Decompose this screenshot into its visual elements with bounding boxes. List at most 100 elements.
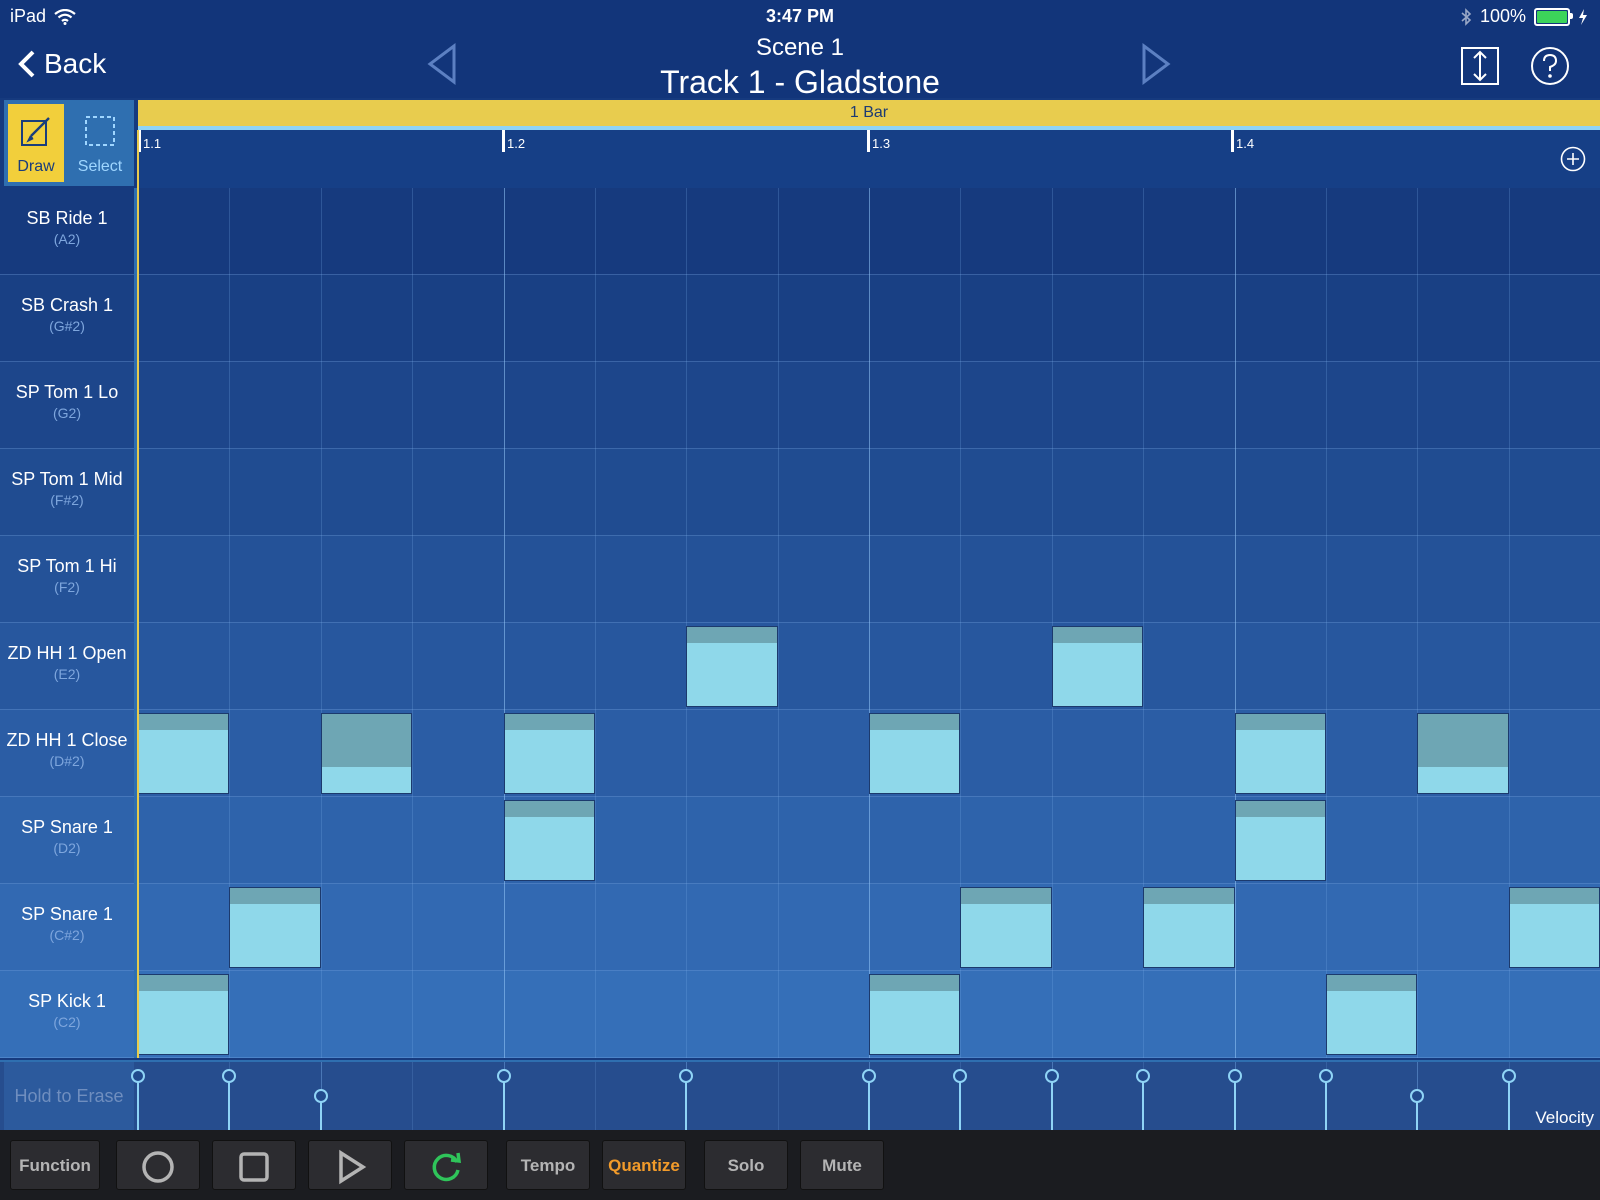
zoom-vertical-button[interactable] bbox=[1460, 46, 1500, 86]
velocity-handle[interactable] bbox=[1501, 1068, 1516, 1083]
quantize-button[interactable]: Quantize bbox=[602, 1140, 686, 1190]
velocity-handle[interactable] bbox=[679, 1068, 694, 1083]
transport-bar: Function Tempo Quantize Solo Mute bbox=[0, 1130, 1600, 1200]
drum-note[interactable] bbox=[869, 713, 961, 794]
drum-note[interactable] bbox=[503, 800, 595, 881]
lane-instrument-name: SP Snare 1 bbox=[21, 904, 113, 924]
help-button[interactable] bbox=[1530, 46, 1570, 86]
drum-note[interactable] bbox=[1417, 713, 1509, 794]
note-velocity-bar bbox=[1326, 975, 1417, 992]
lane-label[interactable]: ZD HH 1 Close (D#2) bbox=[0, 710, 134, 796]
drum-note[interactable] bbox=[1234, 713, 1326, 794]
drum-lane[interactable]: SB Crash 1 (G#2) bbox=[0, 275, 1600, 362]
note-velocity-bar bbox=[321, 714, 412, 767]
drum-note[interactable] bbox=[229, 887, 321, 968]
stop-button[interactable] bbox=[212, 1140, 296, 1190]
drum-lane[interactable]: SP Tom 1 Hi (F2) bbox=[0, 536, 1600, 623]
drum-lane[interactable]: SP Tom 1 Mid (F#2) bbox=[0, 449, 1600, 536]
loop-button[interactable] bbox=[404, 1140, 488, 1190]
record-button[interactable] bbox=[116, 1140, 200, 1190]
velocity-label: Velocity bbox=[1535, 1108, 1594, 1127]
lane-instrument-name: SP Snare 1 bbox=[21, 817, 113, 837]
battery-icon bbox=[1534, 7, 1573, 26]
drum-note[interactable] bbox=[1508, 887, 1600, 968]
drum-note[interactable] bbox=[1143, 887, 1235, 968]
hold-to-erase-button[interactable]: Hold to Erase bbox=[4, 1062, 134, 1130]
velocity-handle[interactable] bbox=[1044, 1068, 1059, 1083]
drum-note[interactable] bbox=[320, 713, 413, 794]
step-gridline bbox=[1234, 188, 1236, 1058]
lane-label[interactable]: SP Snare 1 (C#2) bbox=[0, 884, 134, 970]
velocity-handle[interactable] bbox=[496, 1068, 511, 1083]
drum-lane[interactable]: ZD HH 1 Open (E2) bbox=[0, 623, 1600, 710]
velocity-stem bbox=[1507, 1075, 1510, 1130]
drum-lane[interactable]: SP Snare 1 (D2) bbox=[0, 797, 1600, 884]
lane-label[interactable]: SB Ride 1 (A2) bbox=[0, 188, 134, 274]
velocity-stem bbox=[228, 1075, 231, 1130]
select-tool-button[interactable]: Select bbox=[72, 104, 128, 182]
drum-note[interactable] bbox=[138, 974, 230, 1055]
velocity-handle[interactable] bbox=[1136, 1068, 1151, 1083]
scene-title: Scene 1 bbox=[755, 34, 845, 61]
note-velocity-bar bbox=[687, 627, 777, 644]
velocity-handle[interactable] bbox=[313, 1089, 328, 1103]
lane-label[interactable]: SP Tom 1 Hi (F2) bbox=[0, 536, 134, 622]
velocity-handle[interactable] bbox=[1410, 1089, 1425, 1103]
step-gridline bbox=[777, 188, 779, 1058]
drum-note[interactable] bbox=[1234, 800, 1326, 881]
velocity-grid[interactable] bbox=[131, 1062, 1600, 1130]
bar-length-strip[interactable]: 1 Bar bbox=[138, 100, 1600, 130]
beat-label: 1.2 bbox=[507, 136, 526, 151]
velocity-handle[interactable] bbox=[131, 1068, 145, 1083]
step-gridline bbox=[869, 188, 870, 1058]
drum-lane[interactable]: SP Tom 1 Lo (G2) bbox=[0, 362, 1600, 449]
mute-button[interactable]: Mute bbox=[800, 1140, 884, 1190]
note-velocity-bar bbox=[870, 714, 960, 731]
drum-note[interactable] bbox=[1051, 626, 1144, 707]
drum-note[interactable] bbox=[686, 626, 778, 707]
velocity-gridline bbox=[594, 1062, 596, 1130]
velocity-stem bbox=[1233, 1075, 1236, 1130]
lane-label[interactable]: SP Tom 1 Lo (G2) bbox=[0, 362, 134, 448]
drum-note[interactable] bbox=[1325, 974, 1418, 1055]
lane-label[interactable]: SP Tom 1 Mid (F#2) bbox=[0, 449, 134, 535]
playhead bbox=[137, 130, 139, 1058]
drum-note[interactable] bbox=[960, 887, 1052, 968]
lane-label[interactable]: SP Kick 1 (C2) bbox=[0, 971, 134, 1057]
lane-note-name: (E2) bbox=[53, 666, 81, 682]
drum-lane[interactable]: SB Ride 1 (A2) bbox=[0, 188, 1600, 275]
lane-label[interactable]: SB Crash 1 (G#2) bbox=[0, 275, 134, 361]
function-button[interactable]: Function bbox=[10, 1140, 100, 1190]
velocity-handle[interactable] bbox=[222, 1068, 237, 1083]
velocity-gridline bbox=[777, 1062, 779, 1130]
record-circle-icon bbox=[142, 1150, 174, 1183]
drum-note[interactable] bbox=[503, 713, 595, 794]
lane-note-name: (F#2) bbox=[50, 492, 84, 508]
beat-tick bbox=[1231, 130, 1234, 152]
lane-label[interactable]: ZD HH 1 Open (E2) bbox=[0, 623, 134, 709]
velocity-stem bbox=[868, 1075, 870, 1130]
next-track-button[interactable] bbox=[1132, 42, 1176, 86]
tempo-button[interactable]: Tempo bbox=[506, 1140, 590, 1190]
velocity-handle[interactable] bbox=[1227, 1068, 1242, 1083]
stop-square-icon bbox=[239, 1151, 269, 1182]
drum-note[interactable] bbox=[138, 713, 230, 794]
velocity-stem bbox=[685, 1075, 688, 1130]
lane-note-name: (D2) bbox=[53, 840, 81, 856]
drum-lane[interactable]: ZD HH 1 Close (D#2) bbox=[0, 710, 1600, 797]
note-velocity-bar bbox=[139, 714, 229, 731]
lane-note-name: (C2) bbox=[53, 1014, 81, 1030]
timeline-ruler[interactable]: 1.1 1.2 1.3 1.4 bbox=[138, 130, 1600, 189]
add-bar-button[interactable] bbox=[1560, 146, 1586, 172]
velocity-handle[interactable] bbox=[862, 1068, 876, 1083]
draw-tool-button[interactable]: Draw bbox=[8, 104, 64, 182]
step-gridline bbox=[320, 188, 322, 1058]
velocity-handle[interactable] bbox=[1318, 1068, 1333, 1083]
lane-label[interactable]: SP Snare 1 (D2) bbox=[0, 797, 134, 883]
velocity-handle[interactable] bbox=[953, 1068, 968, 1083]
bluetooth-icon bbox=[1461, 7, 1472, 26]
drum-note[interactable] bbox=[869, 974, 961, 1055]
solo-button[interactable]: Solo bbox=[704, 1140, 788, 1190]
step-gridline bbox=[1417, 188, 1419, 1058]
play-button[interactable] bbox=[308, 1140, 392, 1190]
